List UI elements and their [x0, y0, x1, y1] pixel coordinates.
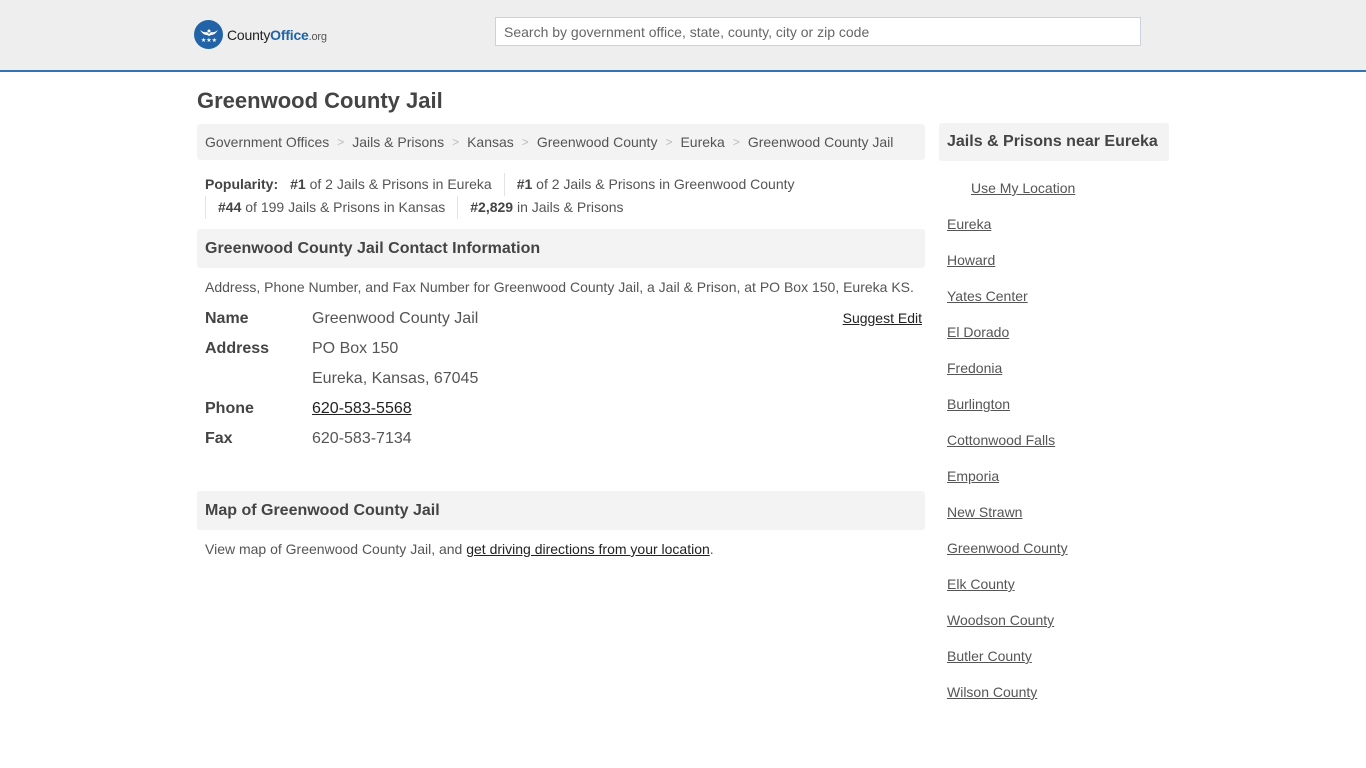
map-heading: Map of Greenwood County Jail — [197, 491, 925, 530]
nearby-item: Cottonwood Falls — [939, 431, 1169, 467]
nearby-link-butler-county[interactable]: Butler County — [947, 648, 1032, 664]
nearby-link-greenwood-county[interactable]: Greenwood County — [947, 540, 1068, 556]
nearby-item: Howard — [939, 251, 1169, 287]
site-logo[interactable]: ★★★ CountyOffice.org — [194, 20, 327, 49]
nearby-item: Greenwood County — [939, 539, 1169, 575]
address-line2: Eureka, Kansas, 67045 — [312, 370, 479, 387]
phone-row: Phone 620-583-5568 — [205, 398, 917, 428]
nearby-link-wilson-county[interactable]: Wilson County — [947, 684, 1037, 700]
nearby-link-emporia[interactable]: Emporia — [947, 468, 999, 484]
contact-heading: Greenwood County Jail Contact Informatio… — [197, 229, 925, 268]
breadcrumb-eureka[interactable]: Eureka — [680, 134, 724, 150]
nearby-item: Emporia — [939, 467, 1169, 503]
nearby-item: Burlington — [939, 395, 1169, 431]
breadcrumb-greenwood-county[interactable]: Greenwood County — [537, 134, 658, 150]
address-row-2: Eureka, Kansas, 67045 — [205, 368, 917, 398]
nearby-link-new-strawn[interactable]: New Strawn — [947, 504, 1022, 520]
contact-description: Address, Phone Number, and Fax Number fo… — [205, 279, 914, 295]
eagle-stars-icon: ★★★ — [194, 20, 223, 49]
nearby-item: El Dorado — [939, 323, 1169, 359]
logo-text: CountyOffice.org — [227, 26, 327, 43]
breadcrumb-separator-icon: > — [452, 135, 460, 149]
nearby-item: Yates Center — [939, 287, 1169, 323]
popularity-rank: #1 of 2 Jails & Prisons in Greenwood Cou… — [503, 173, 807, 196]
page-title: Greenwood County Jail — [197, 88, 443, 113]
popularity-rank: #1 of 2 Jails & Prisons in Eureka — [290, 176, 492, 192]
address-label: Address — [205, 340, 270, 357]
fax-row: Fax 620-583-7134 — [205, 428, 917, 458]
contact-info: Suggest Edit Name Greenwood County Jail … — [197, 308, 925, 458]
nearby-item: Elk County — [939, 575, 1169, 611]
phone-label: Phone — [205, 400, 254, 417]
breadcrumb-kansas[interactable]: Kansas — [467, 134, 514, 150]
sidebar: Jails & Prisons near Eureka Use My Locat… — [939, 123, 1169, 719]
use-my-location-link[interactable]: Use My Location — [971, 179, 1169, 197]
fax-value: 620-583-7134 — [312, 430, 412, 447]
nearby-link-el-dorado[interactable]: El Dorado — [947, 324, 1009, 340]
fax-label: Fax — [205, 430, 233, 447]
breadcrumb-current: Greenwood County Jail — [747, 134, 894, 150]
nearby-list: Eureka Howard Yates Center El Dorado Fre… — [939, 215, 1169, 719]
site-header: ★★★ CountyOffice.org — [0, 0, 1366, 72]
sidebar-heading: Jails & Prisons near Eureka — [939, 123, 1169, 161]
popularity: Popularity: #1 of 2 Jails & Prisons in E… — [197, 160, 925, 219]
nearby-item: New Strawn — [939, 503, 1169, 539]
nearby-link-woodson-county[interactable]: Woodson County — [947, 612, 1054, 628]
breadcrumb-separator-icon: > — [732, 135, 740, 149]
nearby-link-cottonwood-falls[interactable]: Cottonwood Falls — [947, 432, 1055, 448]
search-input[interactable] — [495, 17, 1141, 46]
nearby-item: Wilson County — [939, 683, 1169, 719]
breadcrumb-separator-icon: > — [521, 135, 529, 149]
nearby-item: Fredonia — [939, 359, 1169, 395]
popularity-label: Popularity: — [205, 176, 279, 192]
svg-text:★★★: ★★★ — [200, 37, 216, 44]
name-label: Name — [205, 310, 249, 327]
breadcrumb-government-offices[interactable]: Government Offices — [205, 134, 329, 150]
name-value: Greenwood County Jail — [312, 310, 479, 327]
address-line1: PO Box 150 — [312, 340, 399, 357]
address-row: Address PO Box 150 — [205, 338, 917, 368]
popularity-rank: #2,829 in Jails & Prisons — [457, 196, 635, 219]
nearby-item: Eureka — [939, 215, 1169, 251]
breadcrumb-separator-icon: > — [337, 135, 345, 149]
popularity-rank: #44 of 199 Jails & Prisons in Kansas — [205, 196, 457, 219]
main-content: Greenwood County Jail Government Offices… — [197, 72, 925, 557]
breadcrumb-jails-prisons[interactable]: Jails & Prisons — [352, 134, 444, 150]
name-row: Name Greenwood County Jail — [205, 308, 917, 338]
nearby-link-howard[interactable]: Howard — [947, 252, 995, 268]
nearby-link-fredonia[interactable]: Fredonia — [947, 360, 1002, 376]
breadcrumb: Government Offices > Jails & Prisons > K… — [197, 124, 925, 160]
nearby-item: Butler County — [939, 647, 1169, 683]
driving-directions-link[interactable]: get driving directions from your locatio… — [466, 541, 710, 557]
nearby-link-burlington[interactable]: Burlington — [947, 396, 1010, 412]
nearby-item: Woodson County — [939, 611, 1169, 647]
nearby-link-elk-county[interactable]: Elk County — [947, 576, 1015, 592]
suggest-edit-link[interactable]: Suggest Edit — [843, 310, 922, 326]
breadcrumb-separator-icon: > — [665, 135, 673, 149]
map-description: View map of Greenwood County Jail, and g… — [205, 541, 714, 557]
nearby-link-yates-center[interactable]: Yates Center — [947, 288, 1028, 304]
phone-link[interactable]: 620-583-5568 — [312, 400, 412, 417]
nearby-link-eureka[interactable]: Eureka — [947, 216, 991, 232]
